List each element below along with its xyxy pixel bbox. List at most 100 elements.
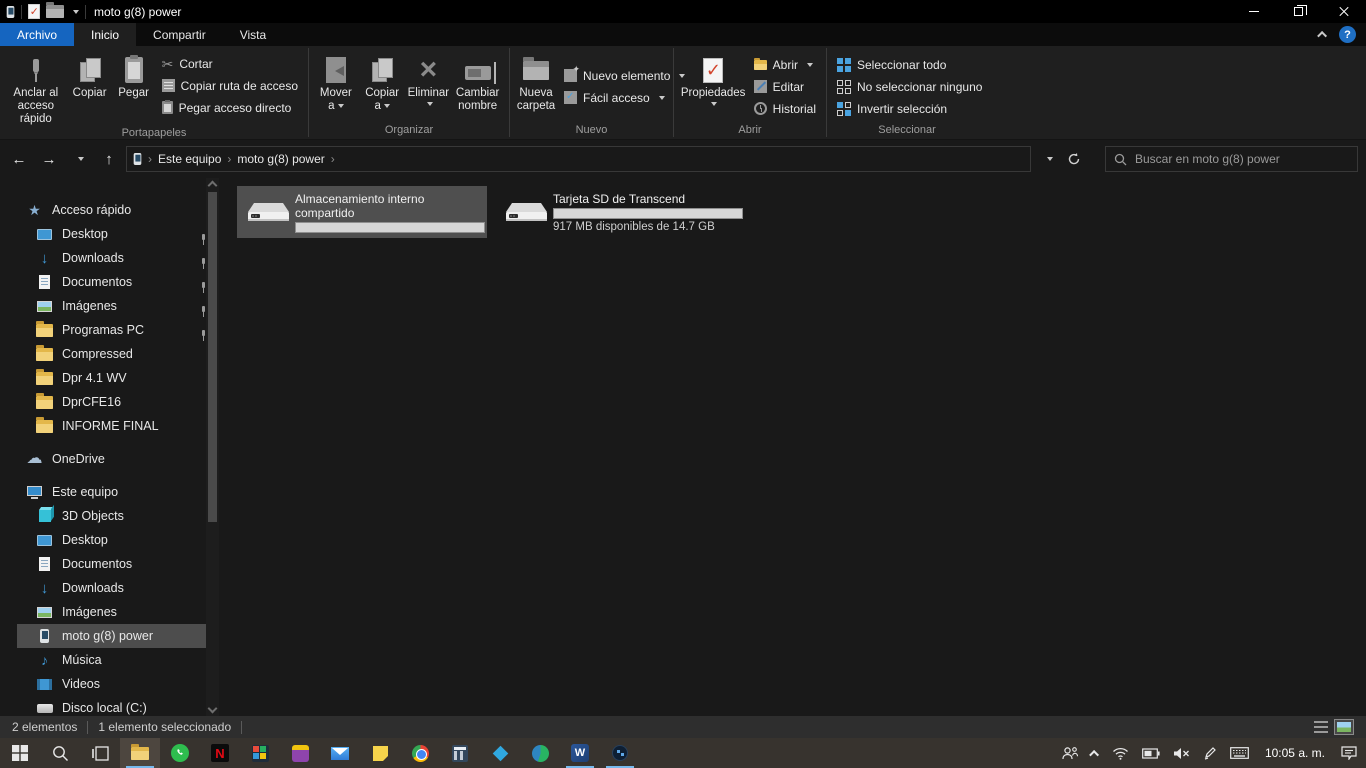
pen-button[interactable]: [1200, 738, 1220, 768]
qat-customize-chevron-icon[interactable]: [73, 10, 79, 14]
sidebar-item-acceso-rapido[interactable]: ★Acceso rápido: [0, 198, 206, 222]
taskbar-clock[interactable]: 10:05 a. m.: [1259, 746, 1331, 760]
paste-shortcut-button[interactable]: Pegar acceso directo: [162, 98, 298, 117]
sidebar-item-downloads-2[interactable]: ↓Downloads: [0, 576, 206, 600]
properties-icon[interactable]: [28, 4, 40, 19]
sidebar-item-imagenes-2[interactable]: Imágenes: [0, 600, 206, 624]
move-to-icon: [326, 57, 346, 83]
tab-inicio[interactable]: Inicio: [74, 23, 136, 46]
edit-button[interactable]: Editar: [754, 77, 816, 96]
help-icon[interactable]: ?: [1339, 26, 1356, 43]
tab-archivo[interactable]: Archivo: [0, 23, 74, 46]
taskbar-app-1[interactable]: [280, 738, 320, 768]
pin-to-quick-access-button[interactable]: Anclar al acceso rápido: [4, 50, 68, 126]
folder-icon[interactable]: [46, 5, 64, 18]
close-button[interactable]: [1321, 0, 1366, 23]
tab-compartir[interactable]: Compartir: [136, 23, 223, 46]
sidebar-item-dpr41wv[interactable]: Dpr 4.1 WV: [0, 366, 206, 390]
sidebar-item-informe-final[interactable]: INFORME FINAL: [0, 414, 206, 438]
properties-button[interactable]: Propiedades: [678, 50, 748, 106]
task-view-button[interactable]: [80, 738, 120, 768]
new-folder-button[interactable]: Nueva carpeta: [514, 50, 558, 113]
taskbar-calculator[interactable]: [440, 738, 480, 768]
cut-button[interactable]: ✂ Cortar: [162, 54, 298, 73]
tab-vista[interactable]: Vista: [223, 23, 283, 46]
taskbar-file-explorer[interactable]: [120, 738, 160, 768]
touch-keyboard-button[interactable]: [1227, 738, 1252, 768]
easy-access-button[interactable]: Fácil acceso: [564, 88, 685, 107]
address-dropdown-button[interactable]: [1035, 146, 1061, 172]
forward-button[interactable]: →: [36, 146, 62, 172]
minimize-button[interactable]: [1231, 0, 1276, 23]
taskbar-app-3[interactable]: [600, 738, 640, 768]
sidebar-item-compressed[interactable]: Compressed: [0, 342, 206, 366]
paste-button[interactable]: Pegar: [112, 50, 156, 100]
select-all-button[interactable]: Seleccionar todo: [837, 55, 982, 74]
copy-button[interactable]: Copiar: [68, 50, 112, 100]
taskbar-whatsapp[interactable]: [160, 738, 200, 768]
taskbar-app-2[interactable]: [520, 738, 560, 768]
delete-button[interactable]: × Eliminar: [406, 50, 450, 106]
wifi-button[interactable]: [1109, 738, 1132, 768]
scrollbar-thumb[interactable]: [208, 192, 217, 522]
sidebar-item-downloads[interactable]: ↓Downloads: [0, 246, 206, 270]
people-button[interactable]: [1059, 738, 1082, 768]
sidebar-item-programas-pc[interactable]: Programas PC: [0, 318, 206, 342]
taskbar-kodi[interactable]: [480, 738, 520, 768]
up-button[interactable]: ↑: [96, 146, 122, 172]
move-to-button[interactable]: Mover a: [313, 50, 359, 113]
sidebar-item-3d-objects[interactable]: 3D Objects: [0, 504, 206, 528]
sidebar-item-desktop-2[interactable]: Desktop: [0, 528, 206, 552]
sidebar-item-imagenes[interactable]: Imágenes: [0, 294, 206, 318]
open-button[interactable]: Abrir: [754, 55, 816, 74]
thumbnail-view-button[interactable]: [1334, 719, 1354, 735]
taskbar-store[interactable]: [240, 738, 280, 768]
breadcrumb-current[interactable]: moto g(8) power: [237, 152, 324, 166]
taskbar-search-button[interactable]: [40, 738, 80, 768]
back-button[interactable]: ←: [6, 146, 32, 172]
select-none-button[interactable]: No seleccionar ninguno: [837, 77, 982, 96]
sidebar-item-musica[interactable]: ♪Música: [0, 648, 206, 672]
invert-selection-button[interactable]: Invertir selección: [837, 99, 982, 118]
sidebar-item-videos[interactable]: Videos: [0, 672, 206, 696]
taskbar-chrome[interactable]: [400, 738, 440, 768]
drive-tile-sd-card[interactable]: Tarjeta SD de Transcend 917 MB disponibl…: [495, 186, 745, 238]
refresh-button[interactable]: [1061, 146, 1087, 172]
taskbar-netflix[interactable]: N: [200, 738, 240, 768]
taskbar-word[interactable]: W: [560, 738, 600, 768]
hidden-icons-button[interactable]: [1089, 738, 1102, 768]
search-input[interactable]: [1135, 152, 1349, 166]
sidebar-item-moto-g8-power[interactable]: moto g(8) power: [17, 624, 206, 648]
taskbar: N W: [0, 738, 1366, 768]
recent-locations-chevron[interactable]: [66, 146, 92, 172]
restore-button[interactable]: [1276, 0, 1321, 23]
sidebar-item-documentos-2[interactable]: Documentos: [0, 552, 206, 576]
sidebar-item-desktop[interactable]: Desktop: [0, 222, 206, 246]
taskbar-sticky-notes[interactable]: [360, 738, 400, 768]
rename-button[interactable]: Cambiar nombre: [450, 50, 505, 113]
copy-to-icon: [372, 57, 392, 83]
drive-tile-internal-storage[interactable]: Almacenamiento interno compartido: [237, 186, 487, 238]
copy-to-button[interactable]: Copiar a: [359, 50, 406, 113]
search-box[interactable]: [1105, 146, 1358, 172]
collapse-ribbon-icon[interactable]: [1317, 31, 1327, 41]
taskbar-mail[interactable]: [320, 738, 360, 768]
sidebar-item-dprcfe16[interactable]: DprCFE16: [0, 390, 206, 414]
volume-muted-button[interactable]: [1170, 738, 1193, 768]
new-item-button[interactable]: Nuevo elemento: [564, 66, 685, 85]
details-view-button[interactable]: [1314, 721, 1328, 733]
copy-path-button[interactable]: Copiar ruta de acceso: [162, 76, 298, 95]
breadcrumb-este-equipo[interactable]: Este equipo: [158, 152, 221, 166]
sidebar-item-disco-local-c[interactable]: Disco local (C:): [0, 696, 206, 716]
battery-button[interactable]: [1139, 738, 1163, 768]
address-bar[interactable]: › Este equipo › moto g(8) power ›: [126, 146, 1031, 172]
sidebar-item-este-equipo[interactable]: Este equipo: [0, 480, 206, 504]
sidebar-scrollbar[interactable]: [206, 178, 219, 716]
start-button[interactable]: [0, 738, 40, 768]
scroll-down-icon[interactable]: [208, 704, 218, 714]
sidebar-item-onedrive[interactable]: ☁OneDrive: [0, 447, 206, 471]
scroll-up-icon[interactable]: [208, 181, 218, 191]
history-button[interactable]: Historial: [754, 99, 816, 118]
action-center-button[interactable]: [1338, 738, 1360, 768]
sidebar-item-documentos[interactable]: Documentos: [0, 270, 206, 294]
